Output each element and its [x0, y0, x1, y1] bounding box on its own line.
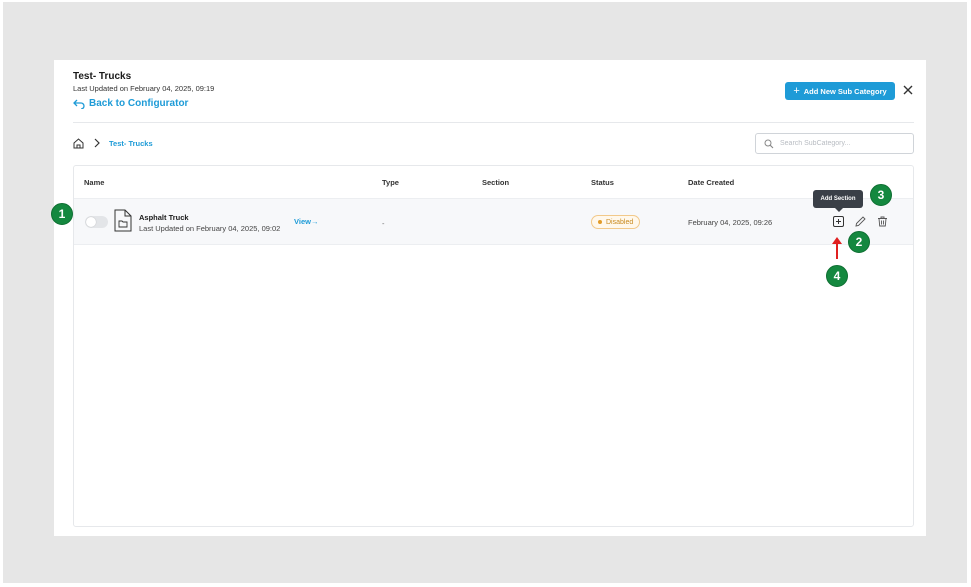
edit-pencil-icon[interactable] — [855, 216, 866, 227]
column-header-section: Section — [482, 178, 510, 187]
table-row: Asphalt Truck Last Updated on February 0… — [74, 190, 913, 245]
status-badge: Disabled — [591, 215, 641, 229]
subcategory-last-updated: Last Updated on February 04, 2025, 09:02 — [139, 224, 281, 233]
search-box — [755, 133, 914, 154]
file-folder-icon — [114, 209, 132, 232]
modal-last-updated: Last Updated on February 04, 2025, 09:19 — [73, 84, 215, 93]
view-link-label: View — [294, 217, 311, 226]
plus-icon: + — [793, 84, 800, 97]
date-created-value: February 04, 2025, 09:26 — [688, 218, 773, 227]
add-button-label: Add New Sub Category — [803, 86, 887, 96]
back-link-label: Back to Configurator — [89, 98, 189, 109]
type-value: - — [382, 219, 385, 228]
column-header-type: Type — [382, 178, 399, 187]
status-dot-icon — [598, 220, 602, 224]
add-new-sub-category-button[interactable]: + Add New Sub Category — [785, 82, 895, 100]
chevron-right-icon — [94, 138, 100, 148]
delete-trash-icon[interactable] — [877, 216, 888, 227]
callout-badge-2: 2 — [848, 231, 870, 253]
add-section-icon[interactable] — [833, 216, 844, 227]
breadcrumb-current[interactable]: Test- Trucks — [109, 139, 153, 148]
arrow-right-icon: → — [310, 217, 319, 226]
view-link[interactable]: View→ — [294, 217, 318, 226]
add-section-tooltip: Add Section — [813, 190, 863, 212]
column-header-name: Name — [84, 178, 105, 187]
status-label: Disabled — [606, 218, 634, 226]
callout-badge-3: 3 — [870, 184, 892, 206]
subcategory-table: Name Type Section Status Date Created As… — [73, 165, 914, 527]
back-arrow-icon — [73, 99, 85, 109]
annotation-arrow-up-icon — [832, 237, 842, 259]
enable-toggle[interactable] — [85, 216, 108, 228]
search-input[interactable] — [780, 140, 900, 147]
modal-title: Test- Trucks — [73, 71, 132, 82]
callout-badge-1: 1 — [51, 203, 73, 225]
search-icon — [764, 139, 774, 148]
back-to-configurator-link[interactable]: Back to Configurator — [73, 98, 188, 109]
tooltip-label: Add Section — [820, 196, 856, 202]
header-divider — [73, 122, 914, 123]
subcategory-modal: Test- Trucks Last Updated on February 04… — [54, 60, 926, 536]
close-icon[interactable] — [902, 84, 914, 96]
column-header-status: Status — [591, 178, 614, 187]
callout-badge-4: 4 — [826, 265, 848, 287]
subcategory-name[interactable]: Asphalt Truck — [139, 213, 189, 222]
column-header-date-created: Date Created — [688, 178, 735, 187]
home-icon[interactable] — [73, 138, 84, 149]
